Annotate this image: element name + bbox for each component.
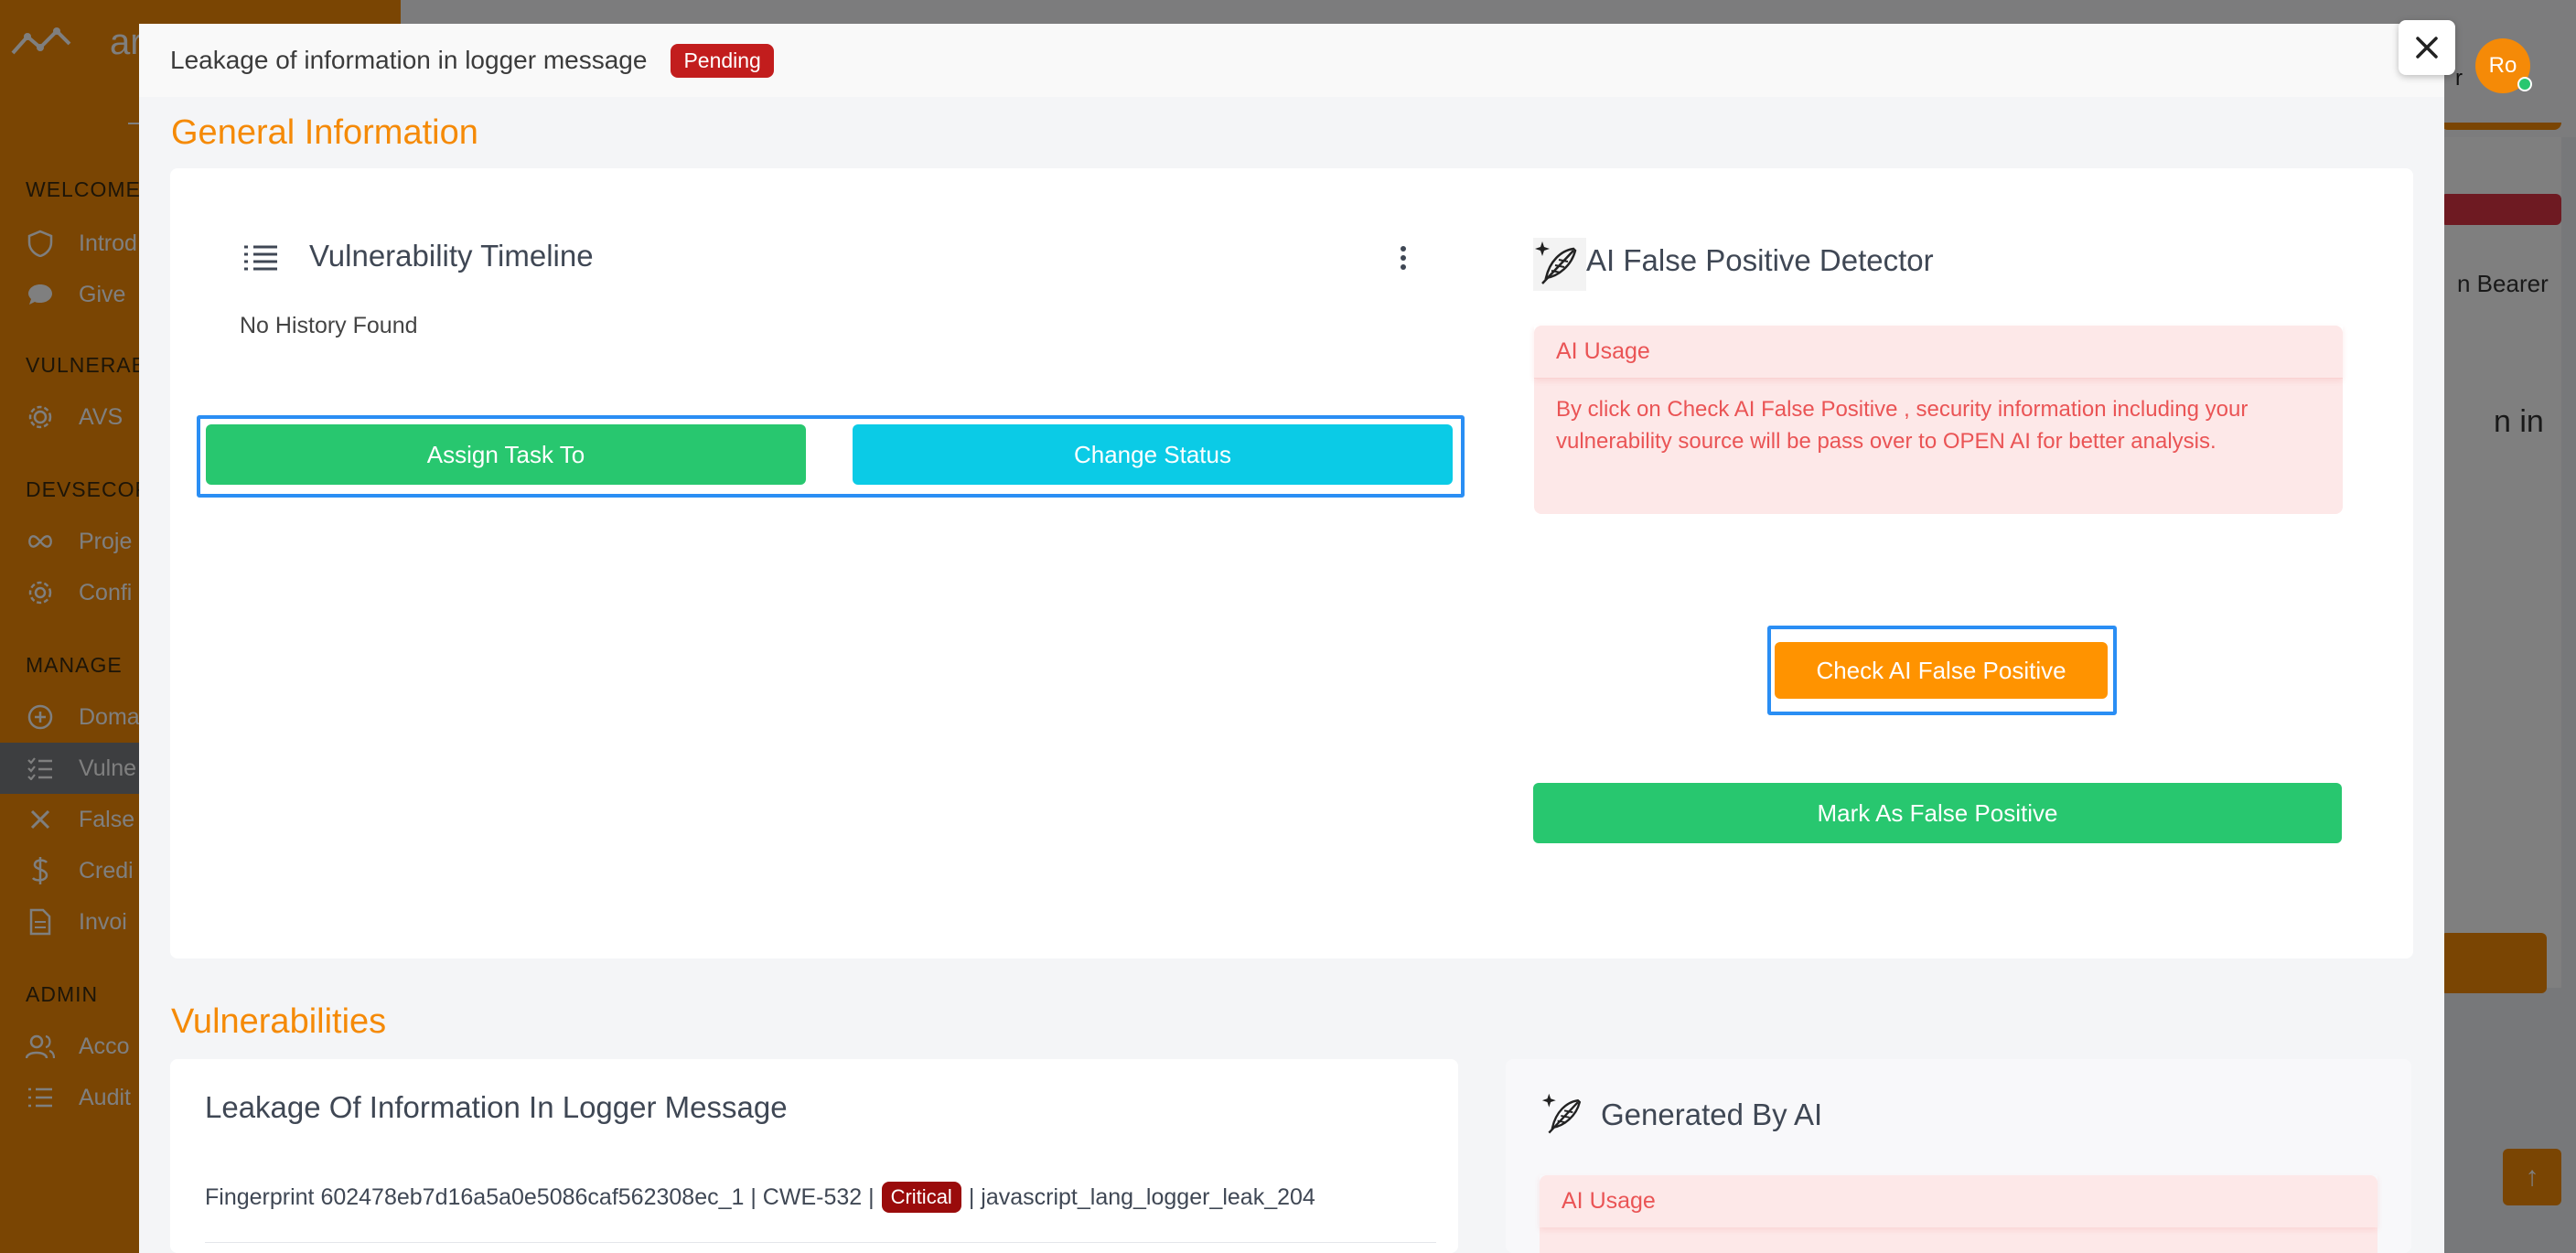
mark-false-positive-button[interactable]: Mark As False Positive	[1533, 783, 2342, 843]
generated-ai-usage-alert: AI Usage	[1540, 1175, 2377, 1253]
avatar[interactable]: Ro	[2475, 38, 2532, 93]
vulnerability-fingerprint: Fingerprint 602478eb7d16a5a0e5086caf5623…	[205, 1183, 875, 1210]
vulnerability-title: Leakage Of Information In Logger Message	[205, 1090, 788, 1124]
online-status-dot	[2517, 77, 2532, 91]
divider	[205, 1242, 1436, 1243]
timeline-empty-text: No History Found	[240, 313, 418, 338]
alert-heading: AI Usage	[1534, 326, 2343, 379]
status-badge: Pending	[671, 43, 774, 78]
kebab-menu-icon[interactable]	[1389, 243, 1418, 273]
assign-task-button[interactable]: Assign Task To	[206, 424, 806, 485]
close-button[interactable]	[2399, 20, 2455, 75]
change-status-button[interactable]: Change Status	[853, 424, 1453, 485]
ai-usage-alert: AI Usage By click on Check AI False Posi…	[1534, 326, 2343, 514]
generated-by-ai-title: Generated By AI	[1601, 1098, 1823, 1131]
ai-feather-icon	[1533, 238, 1586, 291]
timeline-title: Vulnerability Timeline	[309, 239, 594, 273]
alert-body: By click on Check AI False Positive , se…	[1556, 397, 2249, 454]
alert-heading: AI Usage	[1540, 1175, 2377, 1227]
vulnerability-rule-id: | javascript_lang_logger_leak_204	[968, 1183, 1315, 1210]
check-ai-false-positive-button[interactable]: Check AI False Positive	[1775, 642, 2108, 699]
modal-title: Leakage of information in logger message	[170, 46, 648, 74]
topbar-username-fragment: r	[2455, 66, 2463, 91]
general-information-heading: General Information	[171, 113, 478, 152]
modal-header: Leakage of information in logger message…	[139, 24, 2444, 97]
close-icon	[2416, 37, 2438, 59]
vulnerabilities-heading: Vulnerabilities	[171, 1002, 387, 1041]
timeline-list-icon	[244, 245, 277, 271]
ai-feather-icon	[1541, 1093, 1582, 1134]
avatar-initials: Ro	[2488, 53, 2517, 78]
vulnerability-meta: Fingerprint 602478eb7d16a5a0e5086caf5623…	[205, 1182, 1315, 1213]
ai-detector-title: AI False Positive Detector	[1586, 243, 1934, 277]
vulnerability-card	[170, 1059, 1458, 1253]
severity-badge: Critical	[881, 1182, 961, 1213]
